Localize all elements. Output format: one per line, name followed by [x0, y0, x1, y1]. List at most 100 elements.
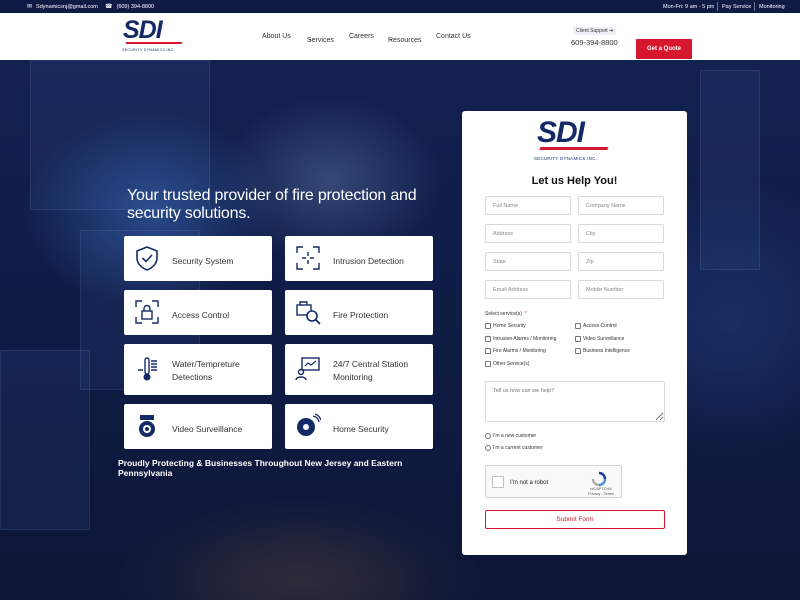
service-checkbox-intrusion-alarms[interactable]: Intrusion Alarms / Monitoring	[485, 336, 556, 342]
service-label: Fire Protection	[333, 310, 389, 320]
required-mark: *	[524, 311, 527, 317]
crosshair-frame-icon	[296, 246, 320, 270]
address-field[interactable]	[485, 224, 571, 243]
top-divider	[717, 2, 718, 11]
top-email-text: Sdynamicsnj@gmail.com	[36, 3, 98, 10]
nav-resources-label: Resources	[388, 36, 422, 44]
state-field[interactable]	[485, 252, 571, 271]
top-phone[interactable]: ☎ (609) 394-8800	[105, 0, 154, 13]
site-logo[interactable]: SDI SECURITY DYNAMICS INC.	[120, 18, 190, 56]
client-support-label: Client Support	[576, 28, 608, 34]
service-label: Security System	[172, 256, 234, 266]
pay-service-link[interactable]: Pay Service	[722, 0, 751, 13]
checkbox-label: Home Security	[493, 323, 526, 329]
checkbox-label: Other Service(s)	[493, 361, 530, 367]
checkbox-label: Fire Alarms / Monitoring	[493, 348, 546, 354]
checkbox-label: Intrusion Alarms / Monitoring	[493, 336, 557, 342]
full-name-field[interactable]	[485, 196, 571, 215]
site-header: SDI SECURITY DYNAMICS INC. About Us Serv…	[0, 13, 800, 60]
recaptcha-links[interactable]: Privacy - Terms	[588, 492, 614, 496]
service-checkbox-fire-alarms[interactable]: Fire Alarms / Monitoring	[485, 348, 546, 354]
nav-careers[interactable]: Careers	[349, 33, 374, 40]
phone-icon: ☎	[105, 4, 113, 10]
current-customer-option[interactable]: I'm a current customer	[485, 445, 543, 451]
recaptcha-checkbox[interactable]	[492, 476, 504, 488]
services-label: Select service(s) *	[485, 311, 527, 317]
new-customer-option[interactable]: I'm a new customer	[485, 433, 536, 439]
service-checkbox-video-surveillance[interactable]: Video Surveillance	[575, 336, 624, 342]
recaptcha-brand: reCAPTCHA Privacy - Terms	[584, 487, 618, 496]
nav-contact[interactable]: Contact Us	[436, 33, 471, 40]
service-access-control[interactable]: Access Control	[124, 290, 272, 335]
radio[interactable]	[485, 445, 491, 451]
nav-services-label: Services	[307, 36, 334, 44]
service-label: Home Security	[333, 424, 389, 434]
recaptcha-brand-name: reCAPTCHA	[590, 487, 612, 491]
radio[interactable]	[485, 433, 491, 439]
thermometer-icon	[138, 357, 157, 381]
chevron-down-icon: ▾	[390, 36, 393, 42]
arrow-right-icon: ➔	[609, 28, 614, 34]
monitor-person-icon	[295, 357, 320, 381]
checkbox[interactable]	[485, 348, 491, 354]
service-water-temperature[interactable]: Water/Tempreture Detections	[124, 344, 272, 395]
header-phone[interactable]: 609-394-8800	[571, 38, 618, 47]
nav-about[interactable]: About Us	[262, 33, 291, 40]
client-support-link[interactable]: Client Support ➔	[573, 27, 617, 35]
lock-frame-icon	[135, 300, 159, 324]
service-video-surveillance[interactable]: Video Surveillance	[124, 404, 272, 449]
message-textarea[interactable]	[485, 381, 665, 422]
service-label: Video Surveillance	[172, 424, 243, 434]
background-window	[0, 350, 90, 530]
service-central-monitoring[interactable]: 24/7 Central Station Monitoring	[285, 344, 433, 395]
mobile-field[interactable]	[578, 280, 664, 299]
fire-truck-search-icon	[296, 301, 321, 325]
recaptcha-widget: I'm not a robot reCAPTCHA Privacy - Terms	[485, 465, 622, 498]
logo-wordmark: SDI	[123, 16, 163, 44]
email-field[interactable]	[485, 280, 571, 299]
city-field[interactable]	[578, 224, 664, 243]
camera-icon	[139, 415, 155, 437]
service-checkbox-access-control[interactable]: Access Control	[575, 323, 617, 329]
top-bar: ✉ Sdynamicsnj@gmail.com ☎ (609) 394-8800…	[0, 0, 800, 13]
service-label: Access Control	[172, 310, 230, 320]
form-logo-swoosh	[539, 147, 609, 150]
service-checkbox-home-security[interactable]: Home Security	[485, 323, 526, 329]
shield-check-icon	[136, 246, 158, 271]
form-logo-tagline: SECURITY DYNAMICS INC.	[534, 156, 598, 161]
top-phone-text: (609) 394-8800	[116, 3, 155, 10]
services-label-text: Select service(s)	[485, 311, 522, 317]
service-fire-protection[interactable]: Fire Protection	[285, 290, 433, 335]
form-title: Let us Help You!	[531, 175, 618, 187]
service-label: Intrusion Detection	[333, 256, 404, 266]
monitoring-link[interactable]: Monitoring	[759, 0, 785, 13]
service-security-system[interactable]: Security System	[124, 236, 272, 281]
service-label: Water/Tempreture Detections	[172, 359, 240, 382]
service-checkbox-business-intelligence[interactable]: Business Intelligence	[575, 348, 630, 354]
option-label: I'm a current customer	[493, 445, 543, 451]
top-email[interactable]: ✉ Sdynamicsnj@gmail.com	[27, 0, 98, 13]
checkbox[interactable]	[485, 361, 491, 367]
get-quote-button[interactable]: Get a Quote	[636, 39, 692, 59]
checkbox[interactable]	[575, 336, 581, 342]
checkbox[interactable]	[485, 323, 491, 329]
checkbox[interactable]	[575, 348, 581, 354]
checkbox[interactable]	[485, 336, 491, 342]
checkbox-label: Business Intelligence	[583, 348, 630, 354]
recaptcha-label: I'm not a robot	[510, 480, 549, 486]
service-intrusion-detection[interactable]: Intrusion Detection	[285, 236, 433, 281]
service-home-security[interactable]: Home Security	[285, 404, 433, 449]
mail-icon: ✉	[27, 4, 33, 10]
checkbox[interactable]	[575, 323, 581, 329]
company-name-field[interactable]	[578, 196, 664, 215]
form-logo-wordmark: SDI	[537, 116, 585, 149]
background-window	[700, 70, 760, 270]
service-checkbox-other[interactable]: Other Service(s)	[485, 361, 529, 367]
submit-form-button[interactable]: Submit Form	[485, 510, 665, 529]
checkbox-label: Access Control	[583, 323, 617, 329]
top-divider	[754, 2, 755, 11]
alarm-bell-icon	[297, 413, 321, 436]
zip-field[interactable]	[578, 252, 664, 271]
top-hours: Mon-Fri: 9 am - 5 pm	[663, 3, 715, 10]
checkbox-label: Video Surveillance	[583, 336, 625, 342]
